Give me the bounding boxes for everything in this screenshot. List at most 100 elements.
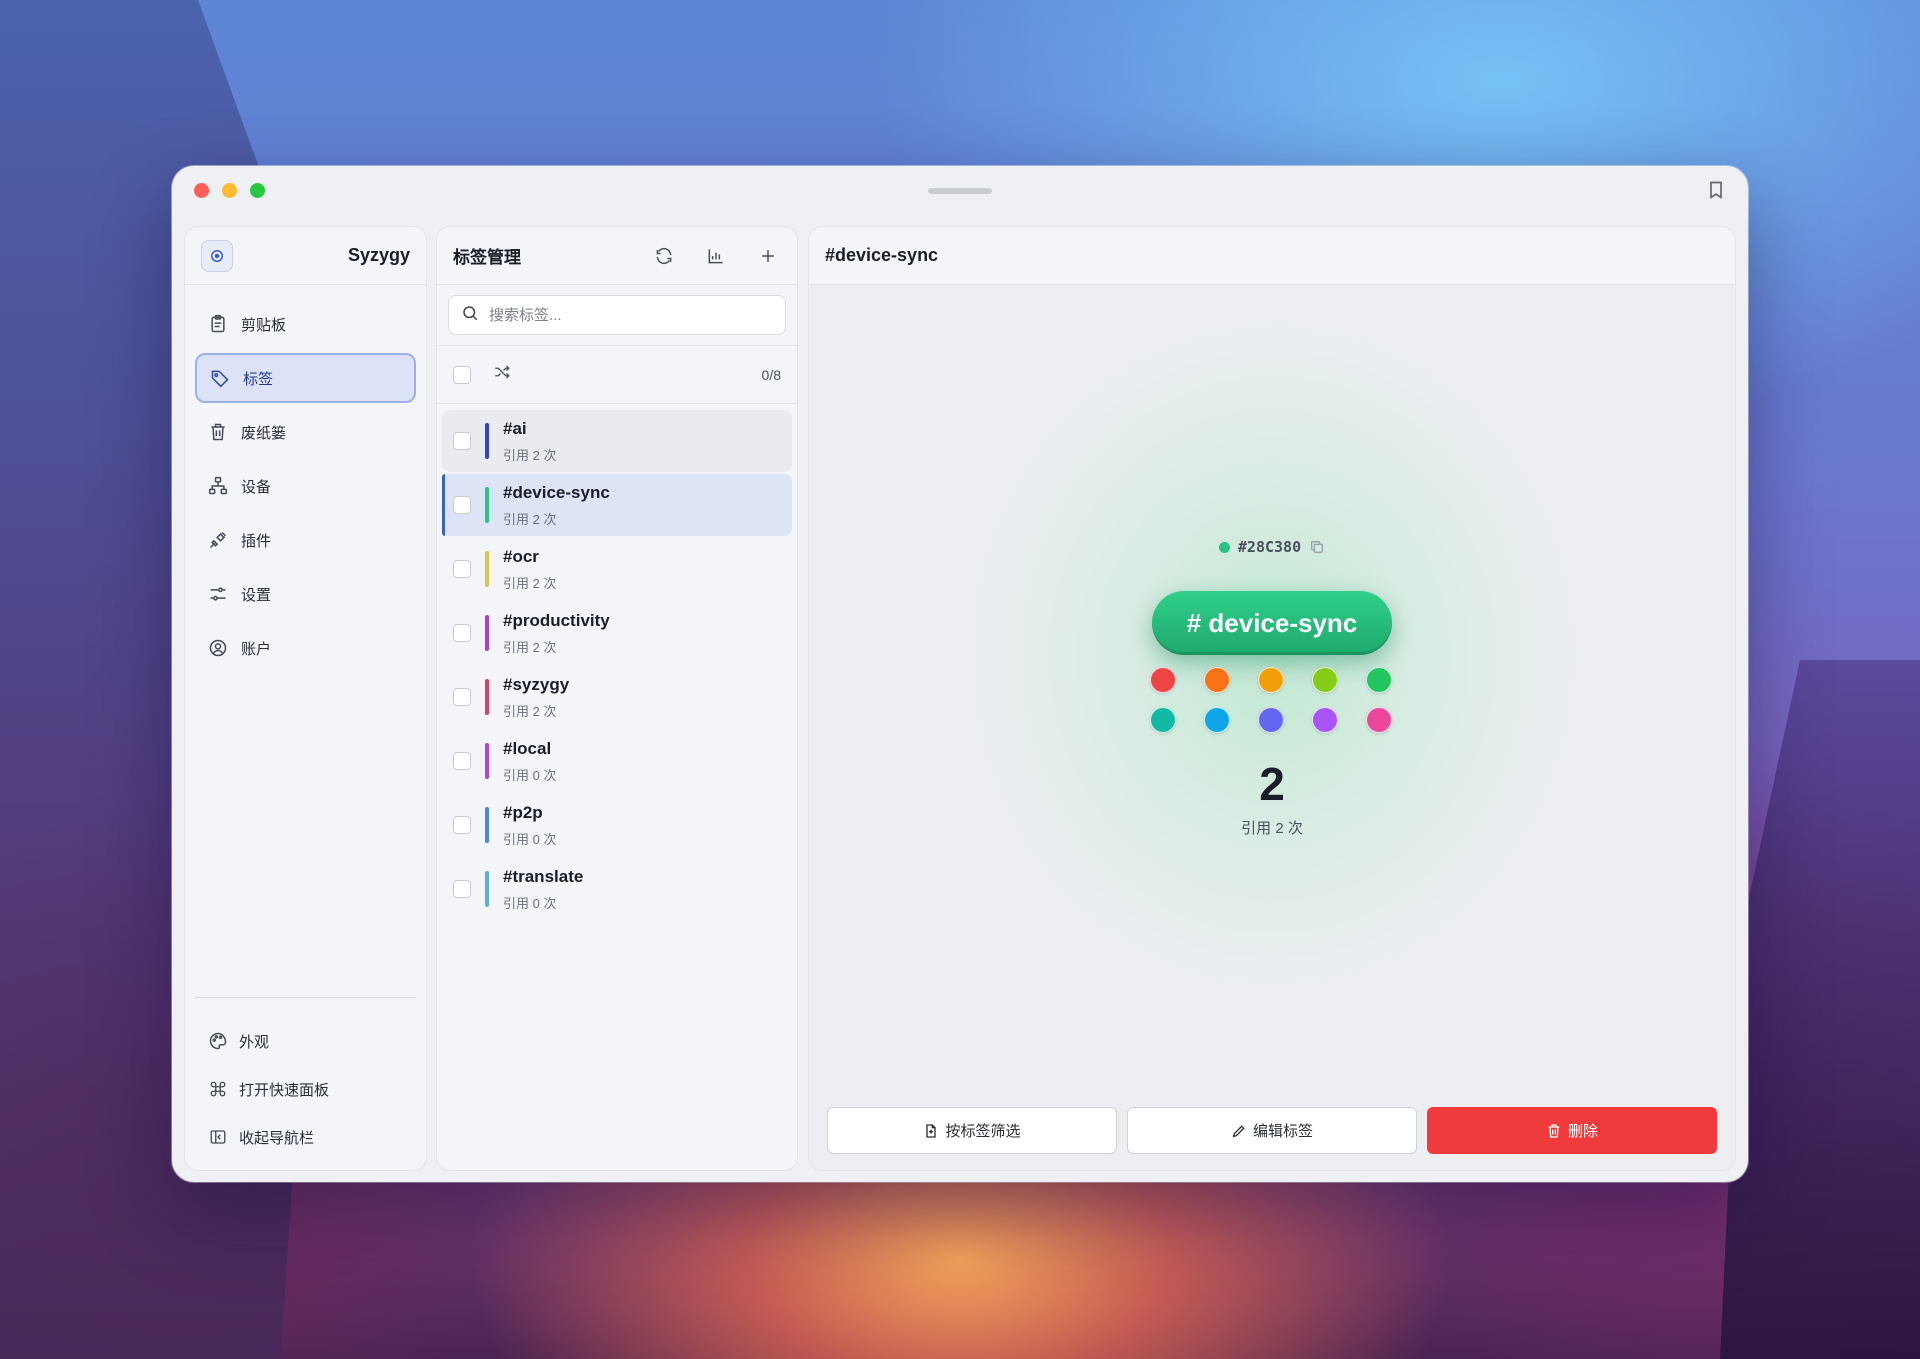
quick-panel-button[interactable]: 打开快速面板 — [195, 1065, 416, 1113]
app-name: Syzygy — [347, 245, 410, 265]
refresh-icon[interactable] — [651, 243, 677, 269]
delete-tag-button[interactable]: 删除 — [1427, 1107, 1717, 1154]
sidebar-item-label: 账户 — [241, 640, 272, 658]
tags-panel: 标签管理 0/8 #ai 引用 2 次 — [436, 226, 798, 1171]
tag-row[interactable]: #syzygy 引用 2 次 — [442, 666, 792, 728]
sidebar-item-tags[interactable]: 标签 — [195, 353, 416, 403]
sidebar-item-label: 剪贴板 — [241, 316, 287, 334]
tag-row[interactable]: #local 引用 0 次 — [442, 730, 792, 792]
tag-checkbox[interactable] — [453, 880, 471, 898]
sidebar-item-account[interactable]: 账户 — [195, 623, 416, 673]
delete-tag-label: 删除 — [1567, 1123, 1598, 1140]
reference-label: 引用 2 次 — [1241, 820, 1303, 837]
minimize-window-button[interactable] — [222, 183, 237, 198]
tag-ref-count: 引用 2 次 — [503, 639, 557, 655]
tag-color-bar — [485, 679, 489, 715]
color-swatch-green[interactable] — [1366, 667, 1392, 693]
tag-ref-count: 引用 0 次 — [503, 767, 557, 783]
color-swatch-indigo[interactable] — [1258, 707, 1284, 733]
zoom-window-button[interactable] — [250, 183, 265, 198]
sidebar-item-settings[interactable]: 设置 — [195, 569, 416, 619]
tag-name: #ocr — [503, 546, 539, 566]
stats-chart-icon[interactable] — [703, 243, 729, 269]
color-dot — [1218, 541, 1230, 553]
collapse-sidebar-icon — [207, 1126, 229, 1148]
tag-row[interactable]: #device-sync 引用 2 次 — [442, 474, 792, 536]
sidebar-item-devices[interactable]: 设备 — [195, 461, 416, 511]
tag-row[interactable]: #translate 引用 0 次 — [442, 858, 792, 920]
tag-row[interactable]: #productivity 引用 2 次 — [442, 602, 792, 664]
tag-color-bar — [485, 551, 489, 587]
appearance-label: 外观 — [239, 1033, 270, 1051]
search-box — [448, 295, 786, 335]
tag-checkbox[interactable] — [453, 560, 471, 578]
sidebar-item-label: 标签 — [243, 370, 274, 388]
tags-panel-title: 标签管理 — [453, 248, 521, 267]
bookmark-icon[interactable] — [1706, 180, 1726, 202]
color-swatch-orange[interactable] — [1204, 667, 1230, 693]
shuffle-icon[interactable] — [493, 363, 511, 386]
detail-body: #28C380 # device-sync 2 引用 2 次 — [809, 285, 1735, 1097]
tag-checkbox[interactable] — [453, 624, 471, 642]
sidebar-nav: 剪贴板 标签 废纸篓 设备 插件 设置 账户 — [185, 285, 426, 691]
tag-row[interactable]: #ocr 引用 2 次 — [442, 538, 792, 600]
sidebar-item-trash[interactable]: 废纸篓 — [195, 407, 416, 457]
tag-checkbox[interactable] — [453, 752, 471, 770]
search-icon — [461, 304, 479, 327]
tag-name: #translate — [503, 866, 584, 886]
add-tag-icon[interactable] — [755, 243, 781, 269]
sidebar-item-clipboard[interactable]: 剪贴板 — [195, 299, 416, 349]
window-drag-handle[interactable] — [928, 188, 992, 194]
sidebar-item-plugins[interactable]: 插件 — [195, 515, 416, 565]
plugin-icon — [207, 529, 229, 551]
tag-list: #ai 引用 2 次 #device-sync 引用 2 次 #ocr 引用 2 次 … — [437, 404, 797, 928]
color-palette — [1150, 667, 1392, 733]
tag-checkbox[interactable] — [453, 688, 471, 706]
search-wrap — [437, 285, 797, 346]
copy-icon[interactable] — [1309, 539, 1325, 555]
tag-ref-count: 引用 0 次 — [503, 831, 557, 847]
tag-checkbox[interactable] — [453, 816, 471, 834]
tag-row[interactable]: #ai 引用 2 次 — [442, 410, 792, 472]
trash-icon — [1546, 1123, 1562, 1139]
detail-header: #device-sync — [809, 227, 1735, 285]
close-window-button[interactable] — [194, 183, 209, 198]
color-swatch-lime[interactable] — [1312, 667, 1338, 693]
tag-row[interactable]: #p2p 引用 0 次 — [442, 794, 792, 856]
tag-color-bar — [485, 871, 489, 907]
appearance-button[interactable]: 外观 — [195, 1017, 416, 1065]
palette-icon — [207, 1030, 229, 1052]
color-swatch-red[interactable] — [1150, 667, 1176, 693]
window-controls — [194, 183, 265, 198]
collapse-sidebar-button[interactable]: 收起导航栏 — [195, 1113, 416, 1161]
filter-by-tag-button[interactable]: 按标签筛选 — [827, 1107, 1117, 1154]
sidebar-item-label: 废纸篓 — [241, 424, 287, 442]
tag-preview-pill: # device-sync — [1152, 591, 1392, 655]
collapse-sidebar-label: 收起导航栏 — [239, 1129, 315, 1147]
background-artwork-right — [1720, 660, 1920, 1359]
tag-ref-count: 引用 2 次 — [503, 511, 557, 527]
edit-tag-button[interactable]: 编辑标签 — [1127, 1107, 1417, 1154]
tag-checkbox[interactable] — [453, 496, 471, 514]
select-all-checkbox[interactable] — [453, 365, 471, 384]
filter-by-tag-label: 按标签筛选 — [945, 1123, 1021, 1140]
tag-checkbox[interactable] — [453, 432, 471, 450]
color-swatch-teal[interactable] — [1150, 707, 1176, 733]
tag-color-bar — [485, 615, 489, 651]
tag-name: #p2p — [503, 802, 543, 822]
app-window: Syzygy 剪贴板 标签 废纸篓 设备 插件 设置 账户 外观 打开快速面板 … — [172, 166, 1748, 1182]
color-swatch-pink[interactable] — [1366, 707, 1392, 733]
tag-color-bar — [485, 743, 489, 779]
color-swatch-purple[interactable] — [1312, 707, 1338, 733]
reference-count: 2 — [1259, 758, 1285, 810]
tags-panel-header: 标签管理 — [437, 227, 797, 285]
color-swatch-amber[interactable] — [1258, 667, 1284, 693]
search-input[interactable] — [489, 306, 773, 324]
tag-detail-panel: #device-sync #28C380 # device-sync 2 引用 … — [808, 226, 1736, 1171]
trash-icon — [207, 421, 229, 443]
color-swatch-sky[interactable] — [1204, 707, 1230, 733]
color-hex-value: #28C380 — [1237, 538, 1302, 556]
sidebar-bottom: 外观 打开快速面板 收起导航栏 — [195, 1017, 416, 1161]
tag-ref-count: 引用 2 次 — [503, 703, 557, 719]
app-logo-icon[interactable] — [201, 239, 233, 272]
